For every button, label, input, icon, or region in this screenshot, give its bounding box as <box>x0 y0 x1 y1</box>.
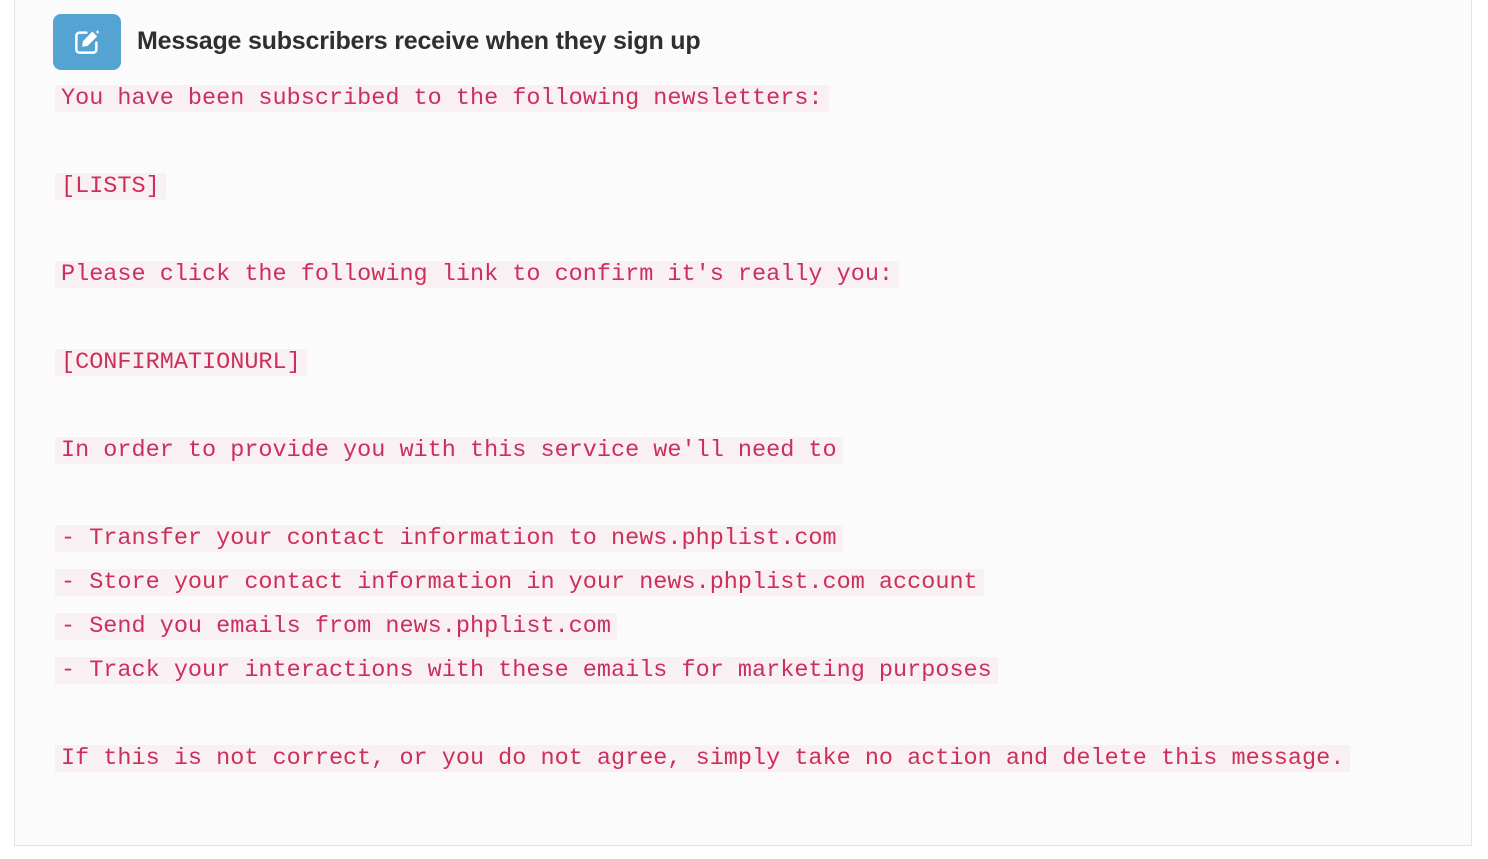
message-line-text: If this is not correct, or you do not ag… <box>55 745 1351 772</box>
message-line: Please click the following link to confi… <box>55 253 1431 297</box>
page-root: Message subscribers receive when they si… <box>0 0 1488 859</box>
message-panel: Message subscribers receive when they si… <box>14 0 1472 846</box>
message-line-text: - Transfer your contact information to n… <box>55 525 843 552</box>
message-body[interactable]: You have been subscribed to the followin… <box>15 61 1471 781</box>
message-line-text: - Send you emails from news.phplist.com <box>55 613 617 640</box>
panel-header: Message subscribers receive when they si… <box>15 0 1471 70</box>
message-line: - Store your contact information in your… <box>55 561 1431 605</box>
message-line-text: [LISTS] <box>55 173 166 200</box>
message-line-text: You have been subscribed to the followin… <box>55 85 829 112</box>
message-line: [CONFIRMATIONURL] <box>55 341 1431 385</box>
message-line-text: [CONFIRMATIONURL] <box>55 349 307 376</box>
message-line: In order to provide you with this servic… <box>55 429 1431 473</box>
message-line: - Track your interactions with these ema… <box>55 649 1431 693</box>
message-line-text: In order to provide you with this servic… <box>55 437 843 464</box>
message-line: If this is not correct, or you do not ag… <box>55 737 1431 781</box>
message-line: - Transfer your contact information to n… <box>55 517 1431 561</box>
message-line: You have been subscribed to the followin… <box>55 77 1431 121</box>
message-line-text: Please click the following link to confi… <box>55 261 900 288</box>
message-line-text: - Track your interactions with these ema… <box>55 657 998 684</box>
page-title: Message subscribers receive when they si… <box>137 27 701 55</box>
message-line: [LISTS] <box>55 165 1431 209</box>
message-line-text: - Store your contact information in your… <box>55 569 984 596</box>
compose-message-icon <box>53 13 121 70</box>
message-line: - Send you emails from news.phplist.com <box>55 605 1431 649</box>
